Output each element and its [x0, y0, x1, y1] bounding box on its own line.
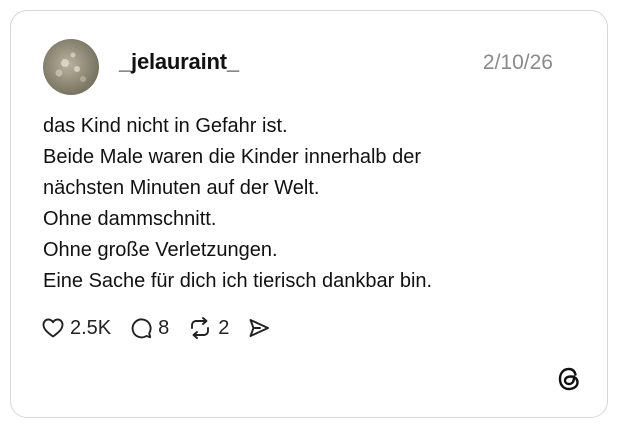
action-bar: 2.5K 8 2 [41, 313, 289, 343]
comment-count: 8 [158, 316, 170, 339]
post-date: 2/10/26 [482, 51, 553, 74]
like-count: 2.5K [70, 316, 112, 339]
comment-button[interactable]: 8 [129, 316, 169, 340]
post-text-line: Ohne große Verletzungen. [43, 239, 278, 261]
repost-count: 2 [218, 316, 230, 339]
post-card: _jelauraint_ 2/10/26 das Kind nicht in G… [10, 10, 608, 418]
threads-logo-icon[interactable] [555, 365, 583, 393]
repost-icon [191, 317, 210, 339]
post-text-line: Beide Male waren die Kinder innerhalb de… [43, 146, 422, 168]
repost-button[interactable]: 2 [187, 316, 229, 340]
post-text-line: Ohne dammschnitt. [43, 208, 217, 230]
post-text-line: nächsten Minuten auf der Welt. [43, 177, 320, 199]
avatar-image [55, 52, 86, 82]
share-button[interactable] [247, 316, 271, 340]
heart-icon [42, 318, 64, 338]
username[interactable]: _jelauraint_ [119, 49, 239, 75]
post-text-line: Eine Sache für dich ich tierisch dankbar… [43, 270, 433, 292]
comment-bubble-icon [131, 318, 152, 339]
post-text-line: das Kind nicht in Gefahr ist. [43, 115, 288, 137]
send-icon [249, 319, 270, 337]
avatar[interactable] [43, 39, 99, 95]
like-button[interactable]: 2.5K [41, 316, 111, 340]
post-text: das Kind nicht in Gefahr ist. Beide Male… [43, 111, 583, 297]
